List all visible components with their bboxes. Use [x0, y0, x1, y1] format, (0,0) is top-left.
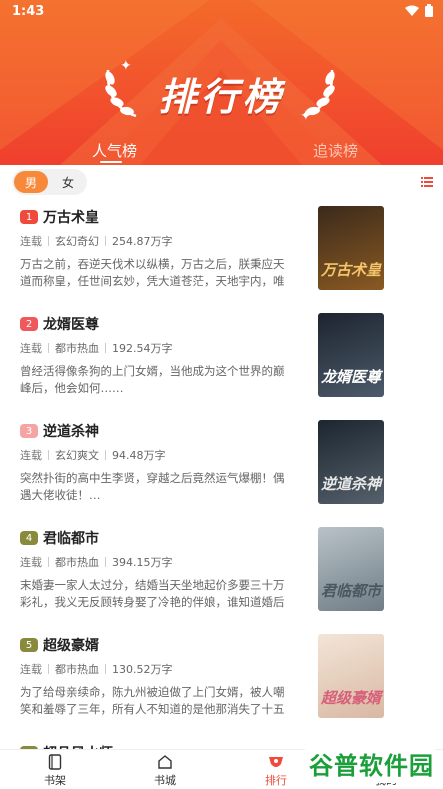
book-word-count: 94.48万字 — [112, 449, 166, 462]
book-category: 玄幻爽文 — [55, 449, 99, 462]
tab-reading[interactable]: 追读榜 — [313, 140, 358, 161]
meta-divider — [48, 236, 49, 246]
book-word-count: 192.54万字 — [112, 342, 173, 355]
book-cover[interactable]: 君临都市 — [318, 527, 384, 611]
list-item[interactable]: 1 万古术皇 连载 玄幻奇幻 254.87万字 万古之前，吞逆天伐术以纵横，万古… — [0, 206, 443, 313]
gender-female-button[interactable]: 女 — [51, 171, 85, 193]
rank-badge: 5 — [20, 638, 38, 652]
meta-divider — [105, 664, 106, 674]
nav-ranking[interactable]: 排行 — [246, 752, 306, 788]
book-title: 万古术皇 — [43, 210, 99, 226]
ranking-page: 1:43 ✦ ✦ 排行榜 人气榜 追读榜 男 女 1 万古术皇 连载 玄幻奇幻 … — [0, 0, 443, 789]
book-description: 为了给母亲续命，陈九州被迫做了上门女婿，被人嘲笑和羞辱了三年，所有人不知道的是他… — [20, 685, 285, 716]
meta-divider — [48, 557, 49, 567]
book-title: 君临都市 — [43, 531, 99, 547]
gender-toggle: 男 女 — [12, 169, 87, 195]
book-status: 连载 — [20, 449, 42, 462]
rank-badge: 1 — [20, 210, 38, 224]
nav-bookshelf[interactable]: 书架 — [25, 752, 85, 788]
nav-bookshelf-label: 书架 — [44, 774, 66, 787]
status-icons — [405, 4, 433, 17]
watermark-text: 谷普软件园 — [309, 752, 434, 780]
book-meta: 连载 都市热血 394.15万字 — [20, 554, 173, 570]
cover-title: 逆道杀神 — [320, 475, 381, 493]
book-status: 连载 — [20, 342, 42, 355]
status-bar: 1:43 — [0, 0, 443, 24]
bookstore-icon — [158, 755, 172, 769]
book-cover[interactable]: 超级豪婿 — [318, 634, 384, 718]
book-word-count: 130.52万字 — [112, 663, 173, 676]
status-time: 1:43 — [12, 4, 45, 19]
list-item[interactable]: 4 君临都市 连载 都市热血 394.15万字 末婚妻一家人太过分，结婚当天坐地… — [0, 527, 443, 634]
wifi-icon — [405, 5, 419, 16]
book-description: 突然扑街的高中生李贤，穿越之后竟然运气爆棚！偶遇大佬收徒！… — [20, 471, 285, 502]
watermark: 谷普软件园 — [305, 743, 435, 783]
gender-male-button[interactable]: 男 — [14, 171, 48, 193]
book-category: 都市热血 — [55, 663, 99, 676]
list-item[interactable]: 5 超级豪婿 连载 都市热血 130.52万字 为了给母亲续命，陈九州被迫做了上… — [0, 634, 443, 741]
meta-divider — [48, 343, 49, 353]
book-title: 逆道杀神 — [43, 424, 99, 440]
bookshelf-icon — [48, 754, 62, 770]
book-meta: 连载 玄幻爽文 94.48万字 — [20, 447, 166, 463]
battery-icon — [425, 4, 433, 17]
page-title: 排行榜 — [158, 75, 285, 119]
book-status: 连载 — [20, 663, 42, 676]
book-title: 龙婿医尊 — [43, 317, 99, 333]
book-meta: 连载 玄幻奇幻 254.87万字 — [20, 233, 173, 249]
meta-divider — [105, 450, 106, 460]
book-category: 都市热血 — [55, 556, 99, 569]
cover-title: 龙婿医尊 — [320, 368, 381, 386]
ranking-header: 1:43 ✦ ✦ 排行榜 人气榜 追读榜 — [0, 0, 443, 165]
meta-divider — [105, 557, 106, 567]
category-list-icon[interactable] — [421, 177, 433, 187]
rank-badge: 4 — [20, 531, 38, 545]
book-title: 超级豪婿 — [43, 638, 99, 654]
book-word-count: 394.15万字 — [112, 556, 173, 569]
book-cover[interactable]: 万古术皇 — [318, 206, 384, 290]
ranking-icon — [269, 757, 283, 767]
book-word-count: 254.87万字 — [112, 235, 173, 248]
tab-popularity[interactable]: 人气榜 — [92, 140, 137, 161]
meta-divider — [48, 664, 49, 674]
cover-title: 万古术皇 — [320, 261, 381, 279]
book-status: 连载 — [20, 235, 42, 248]
book-meta: 连载 都市热血 192.54万字 — [20, 340, 173, 356]
book-cover[interactable]: 龙婿医尊 — [318, 313, 384, 397]
book-description: 万古之前，吞逆天伐术以纵横，万古之后，朕秉应天道而称皇，任世间玄妙，凭大道苍茫，… — [20, 257, 285, 288]
cover-title: 君临都市 — [320, 582, 381, 600]
active-tab-indicator — [100, 161, 122, 163]
nav-bookstore-label: 书城 — [154, 774, 176, 787]
rank-badge: 3 — [20, 424, 38, 438]
cover-title: 超级豪婿 — [320, 689, 381, 707]
book-category: 都市热血 — [55, 342, 99, 355]
meta-divider — [48, 450, 49, 460]
list-item[interactable]: 3 逆道杀神 连载 玄幻爽文 94.48万字 突然扑街的高中生李贤，穿越之后竟然… — [0, 420, 443, 527]
filter-bar: 男 女 — [0, 165, 443, 201]
book-status: 连载 — [20, 556, 42, 569]
meta-divider — [105, 343, 106, 353]
nav-ranking-label: 排行 — [265, 774, 287, 787]
ranking-tabs: 人气榜 追读榜 — [0, 138, 443, 165]
book-description: 末婚妻一家人太过分，结婚当天坐地起价多要三十万彩礼，我义无反顾转身娶了冷艳的伴娘… — [20, 578, 285, 609]
book-category: 玄幻奇幻 — [55, 235, 99, 248]
list-item[interactable]: 2 龙婿医尊 连载 都市热血 192.54万字 曾经活得像条狗的上门女婿，当他成… — [0, 313, 443, 420]
meta-divider — [105, 236, 106, 246]
nav-bookstore[interactable]: 书城 — [135, 752, 195, 788]
book-cover[interactable]: 逆道杀神 — [318, 420, 384, 504]
rank-badge: 2 — [20, 317, 38, 331]
book-meta: 连载 都市热血 130.52万字 — [20, 661, 173, 677]
book-description: 曾经活得像条狗的上门女婿，当他成为这个世界的巅峰后，他会如何…… — [20, 364, 285, 395]
